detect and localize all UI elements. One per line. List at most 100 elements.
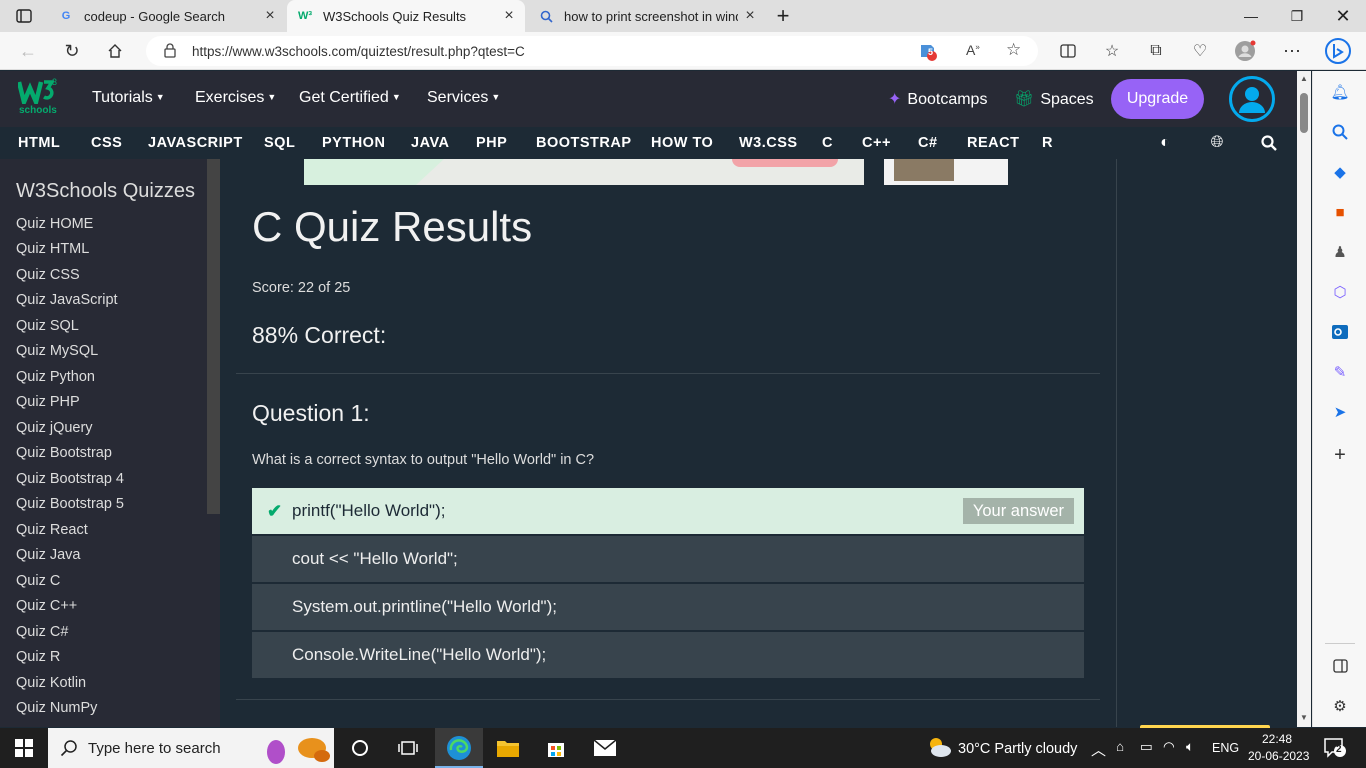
menu-get-certified[interactable]: Get Certified ▼ [299,89,401,107]
outlook-icon[interactable] [1329,321,1351,343]
sidebar-link-quiz-kotlin[interactable]: Quiz Kotlin [16,675,86,691]
sidebar-link-quiz-r[interactable]: Quiz R [16,649,60,665]
url-bar[interactable]: https://www.w3schools.com/quiztest/resul… [146,36,1038,66]
menu-exercises[interactable]: Exercises ▼ [195,89,276,107]
more-options-icon[interactable]: ⋯ [1277,37,1307,65]
office-icon[interactable]: ⬡ [1329,281,1351,303]
w3schools-logo[interactable]: 3 schools [16,77,60,118]
sidebar-link-quiz-c[interactable]: Quiz C [16,573,60,589]
topnav-c[interactable]: C [822,135,833,151]
shopping-tag-icon[interactable]: ◆ [1329,161,1351,183]
new-tab-button[interactable]: + [768,0,798,32]
tools-icon[interactable]: ■ [1329,201,1351,223]
cortana-icon[interactable] [346,734,374,762]
sidebar-link-quiz-java[interactable]: Quiz Java [16,547,80,563]
search-icon[interactable] [1329,121,1351,143]
page-scrollbar[interactable]: ▲ ▼ [1297,71,1311,727]
profile-avatar-icon[interactable] [1230,37,1260,65]
games-icon[interactable]: ♟ [1329,241,1351,263]
topnav-how-to[interactable]: HOW TO [651,135,713,151]
battery-icon[interactable]: ▭ [1140,739,1153,755]
sidebar-link-quiz-bootstrap-4[interactable]: Quiz Bootstrap 4 [16,471,124,487]
meet-now-icon[interactable]: ⌂ [1116,739,1124,754]
refresh-icon[interactable]: ↻ [57,37,87,65]
topnav-react[interactable]: REACT [967,135,1019,151]
tab-w3schools[interactable]: W³ W3Schools Quiz Results × [287,0,525,32]
close-icon[interactable]: × [501,8,517,24]
mail-icon[interactable] [591,734,619,762]
home-icon[interactable] [100,37,130,65]
sidebar-link-quiz-javascript[interactable]: Quiz JavaScript [16,292,118,308]
split-screen-icon[interactable] [1053,37,1083,65]
menu-tutorials[interactable]: Tutorials ▼ [92,89,165,107]
tab-how-to-print[interactable]: how to print screenshot in windo × [528,0,766,32]
topnav-html[interactable]: HTML [18,135,60,151]
taskbar-search[interactable]: Type here to search [48,728,334,768]
scroll-down-icon[interactable]: ▼ [1300,713,1308,722]
taskbar-edge-active[interactable] [435,728,483,768]
globe-icon[interactable]: 🌐︎ [1207,133,1227,153]
close-icon[interactable]: × [742,8,758,24]
sidebar-link-quiz-css[interactable]: Quiz CSS [16,267,80,283]
spaces-link[interactable]: 🎁︎ Spaces [1014,89,1094,109]
user-profile-icon[interactable] [1229,76,1275,122]
contrast-icon[interactable]: ◐ [1155,133,1175,153]
sidebar-link-quiz-sql[interactable]: Quiz SQL [16,318,79,334]
topnav-python[interactable]: PYTHON [322,135,385,151]
microsoft-store-icon[interactable] [542,734,570,762]
topnav-php[interactable]: PHP [476,135,507,151]
sidebar-link-quiz-mysql[interactable]: Quiz MySQL [16,343,98,359]
menu-services[interactable]: Services ▼ [427,89,500,107]
upgrade-button[interactable]: Upgrade [1111,79,1204,119]
bootcamps-link[interactable]: ✦ Bootcamps [888,89,987,109]
close-window-button[interactable]: ✕ [1320,0,1366,32]
topnav-w3css[interactable]: W3.CSS [739,135,798,151]
sidebar-link-quiz-php[interactable]: Quiz PHP [16,394,80,410]
topnav-csharp[interactable]: C# [918,135,938,151]
favorite-star-icon[interactable]: ☆ [1006,40,1021,60]
sidebar-link-quiz-bootstrap-5[interactable]: Quiz Bootstrap 5 [16,496,124,512]
collections-icon[interactable]: ⧉ [1141,37,1171,65]
sidebar-link-quiz-cpp[interactable]: Quiz C++ [16,598,77,614]
add-icon[interactable]: + [1329,444,1351,466]
sidebar-link-quiz-react[interactable]: Quiz React [16,522,88,538]
performance-icon[interactable]: ♡ [1185,37,1215,65]
minimize-button[interactable]: — [1228,0,1274,32]
task-view-icon[interactable] [394,734,422,762]
topnav-bootstrap[interactable]: BOOTSTRAP [536,135,632,151]
topnav-r[interactable]: R [1042,135,1053,151]
sidebar-link-quiz-numpy[interactable]: Quiz NumPy [16,700,97,716]
chevron-up-icon[interactable]: ︿ [1091,739,1106,760]
scroll-thumb[interactable] [1300,93,1308,133]
tab-google-search[interactable]: G codeup - Google Search × [48,0,286,32]
restore-button[interactable]: ❐ [1274,0,1320,32]
topnav-sql[interactable]: SQL [264,135,295,151]
topnav-cpp[interactable]: C++ [862,135,891,151]
ad-banner[interactable] [304,159,1032,185]
sidebar-link-quiz-jquery[interactable]: Quiz jQuery [16,420,93,436]
back-arrow-icon[interactable]: ← [13,37,43,65]
language-indicator[interactable]: ENG [1212,741,1239,755]
clock-time[interactable]: 22:48 [1262,732,1292,746]
sidebar-scrollbar[interactable] [207,159,220,514]
topnav-css[interactable]: CSS [91,135,122,151]
drop-icon[interactable]: ➤ [1329,401,1351,423]
file-explorer-icon[interactable] [494,734,522,762]
sidebar-link-quiz-csharp[interactable]: Quiz C# [16,624,68,640]
close-icon[interactable]: × [262,8,278,24]
tab-actions-icon[interactable] [0,0,48,32]
wifi-icon[interactable]: ◠ [1163,739,1175,755]
windows-start-icon[interactable] [10,734,38,762]
bing-chat-icon[interactable] [1323,37,1353,65]
settings-gear-icon[interactable]: ⚙ [1329,695,1351,717]
topnav-java[interactable]: JAVA [411,135,450,151]
scroll-up-icon[interactable]: ▲ [1300,74,1308,83]
sidebar-link-quiz-html[interactable]: Quiz HTML [16,241,89,257]
hide-sidebar-icon[interactable] [1329,655,1351,677]
read-aloud-icon[interactable]: A» [966,42,980,58]
weather-icon[interactable] [926,735,952,764]
sidebar-link-quiz-bootstrap[interactable]: Quiz Bootstrap [16,445,112,461]
designer-icon[interactable]: ✎ [1329,361,1351,383]
search-icon[interactable] [1259,133,1279,153]
volume-icon[interactable]: 🔈︎ [1186,739,1194,755]
